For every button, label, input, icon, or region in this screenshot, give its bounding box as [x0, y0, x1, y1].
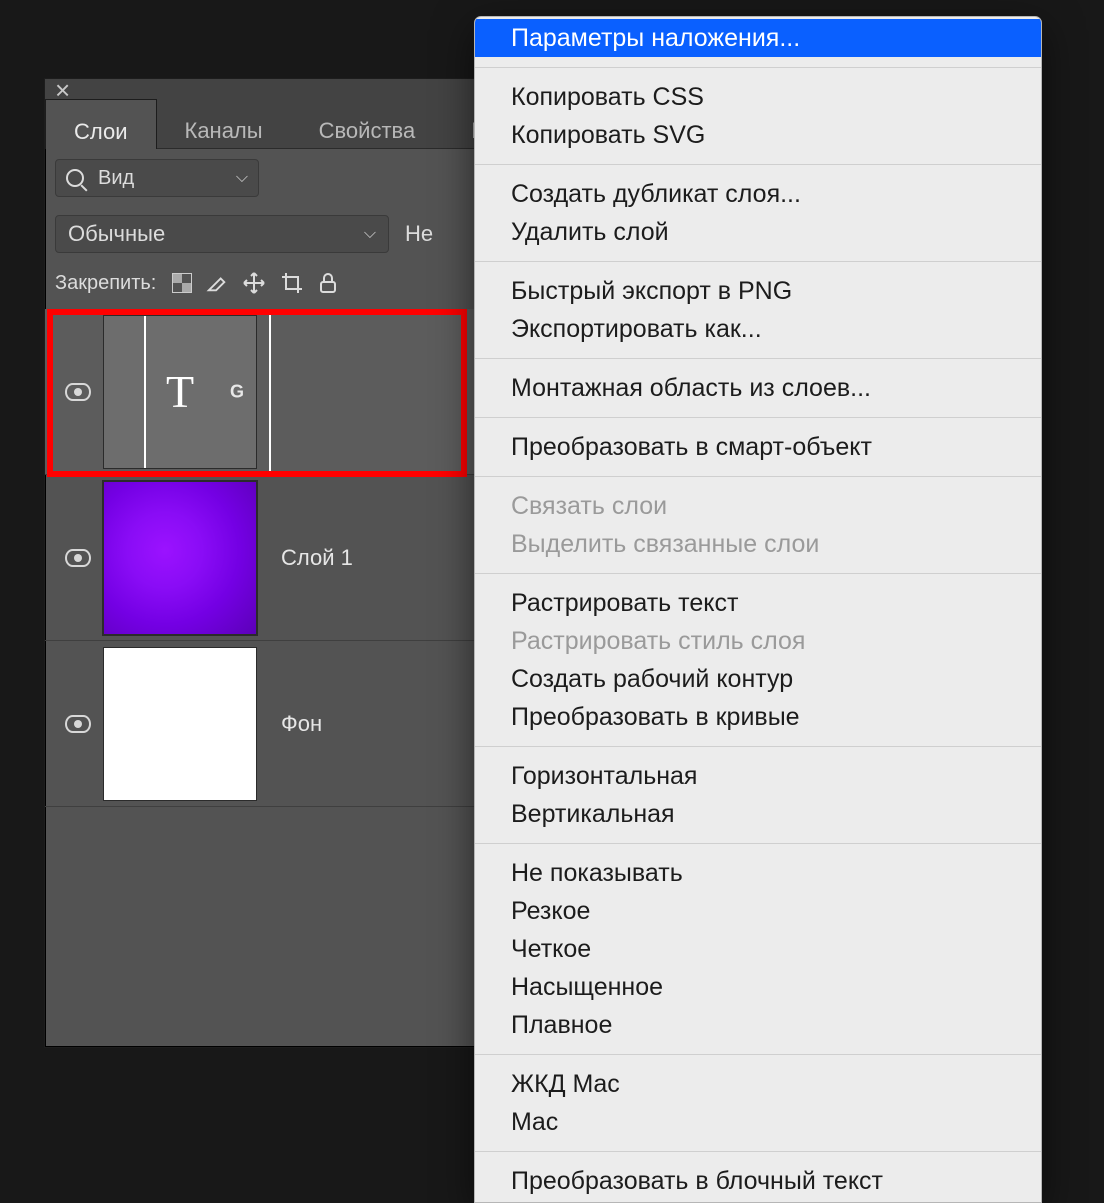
menu-separator [475, 358, 1041, 359]
visibility-icon[interactable] [65, 549, 91, 567]
context-menu-item[interactable]: Удалить слой [475, 213, 1041, 251]
menu-separator [475, 746, 1041, 747]
blend-mode-select[interactable]: Обычные ⌵ [55, 215, 389, 253]
context-menu-item[interactable]: Экспортировать как... [475, 310, 1041, 348]
lock-pixels-icon[interactable] [206, 272, 228, 294]
context-menu-item[interactable]: Параметры наложения... [475, 19, 1041, 57]
close-icon[interactable]: × [55, 77, 70, 103]
context-menu-item[interactable]: Копировать CSS [475, 78, 1041, 116]
layer-name[interactable]: Слой 1 [281, 545, 353, 571]
tab-channels[interactable]: Каналы [157, 99, 291, 148]
context-menu-item: Связать слои [475, 487, 1041, 525]
layer-thumbnail-gradient[interactable] [103, 481, 257, 635]
menu-separator [475, 261, 1041, 262]
opacity-label-fragment: Не [405, 221, 433, 247]
layer-filter-select[interactable]: Вид ⌵ [55, 159, 259, 197]
context-menu-item[interactable]: Копировать SVG [475, 116, 1041, 154]
menu-separator [475, 1054, 1041, 1055]
menu-separator [475, 573, 1041, 574]
chevron-down-icon: ⌵ [236, 169, 248, 187]
context-menu-item[interactable]: Насыщенное [475, 968, 1041, 1006]
context-menu-item[interactable]: Быстрый экспорт в PNG [475, 272, 1041, 310]
text-layer-glyph: T [166, 365, 194, 418]
visibility-icon[interactable] [65, 715, 91, 733]
lock-all-icon[interactable] [318, 272, 338, 294]
lock-artboard-icon[interactable] [280, 271, 304, 295]
lock-position-icon[interactable] [242, 271, 266, 295]
context-menu-item[interactable]: Плавное [475, 1006, 1041, 1044]
lock-label: Закрепить: [55, 272, 156, 295]
context-menu-item[interactable]: Растрировать текст [475, 584, 1041, 622]
context-menu-item[interactable]: Преобразовать в смарт-объект [475, 428, 1041, 466]
layer-thumbnail-text[interactable]: T G [103, 315, 257, 469]
layer-context-menu[interactable]: Параметры наложения... Копировать CSSКопи… [474, 16, 1042, 1203]
search-icon [66, 169, 84, 187]
text-layer-badge: G [230, 381, 244, 402]
menu-separator [475, 843, 1041, 844]
guide-line [269, 311, 271, 471]
context-menu-item[interactable]: Не показывать [475, 854, 1041, 892]
context-menu-item[interactable]: Резкое [475, 892, 1041, 930]
menu-separator [475, 1151, 1041, 1152]
menu-separator [475, 67, 1041, 68]
visibility-icon[interactable] [65, 383, 91, 401]
blend-mode-value: Обычные [68, 221, 165, 247]
tab-layers[interactable]: Слои [45, 99, 157, 149]
layer-name[interactable]: Фон [281, 711, 322, 737]
context-menu-item: Растрировать стиль слоя [475, 622, 1041, 660]
context-menu-item[interactable]: Mac [475, 1103, 1041, 1141]
context-menu-item[interactable]: Создать дубликат слоя... [475, 175, 1041, 213]
context-menu-item[interactable]: Четкое [475, 930, 1041, 968]
filter-label: Вид [98, 167, 134, 190]
context-menu-item[interactable]: Преобразовать в кривые [475, 698, 1041, 736]
menu-separator [475, 476, 1041, 477]
layer-thumbnail-background[interactable] [103, 647, 257, 801]
menu-separator [475, 417, 1041, 418]
context-menu-item[interactable]: Преобразовать в блочный текст [475, 1162, 1041, 1200]
context-menu-item: Выделить связанные слои [475, 525, 1041, 563]
context-menu-item[interactable]: Создать рабочий контур [475, 660, 1041, 698]
tab-properties[interactable]: Свойства [291, 99, 444, 148]
context-menu-item[interactable]: Монтажная область из слоев... [475, 369, 1041, 407]
context-menu-item[interactable]: Горизонтальная [475, 757, 1041, 795]
menu-separator [475, 164, 1041, 165]
context-menu-item[interactable]: ЖКД Mac [475, 1065, 1041, 1103]
chevron-down-icon: ⌵ [364, 225, 376, 243]
lock-transparency-icon[interactable] [172, 273, 192, 293]
context-menu-item[interactable]: Вертикальная [475, 795, 1041, 833]
